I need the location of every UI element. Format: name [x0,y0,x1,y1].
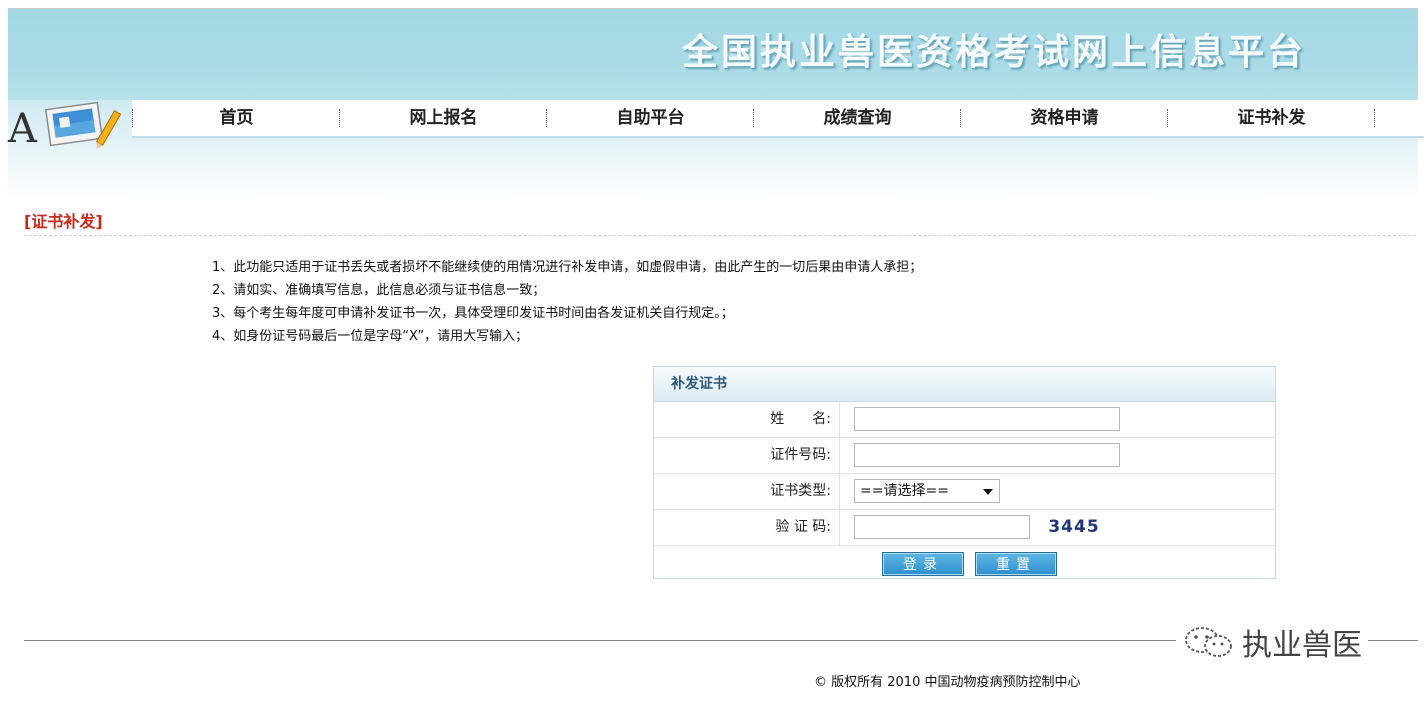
notice-item: 3、每个考生每年度可申请补发证书一次，具体受理印发证书时间由各发证机关自行规定。… [212,306,734,321]
header-banner: 全国执业兽医资格考试网上信息平台 全国执业兽医资格考试网上信息平台 [8,8,1418,101]
form-title: 补发证书 [654,367,1275,402]
captcha-label: 验 证 码: [654,510,840,545]
notice-item: 4、如身份证号码最后一位是字母“X”，请用大写输入； [212,329,529,344]
nav-item-qualification-application[interactable]: 资格申请 [962,100,1167,136]
captcha-image[interactable]: 3445 [1046,516,1102,538]
wechat-icon [1185,627,1232,657]
watermark: 执业兽医 [1176,620,1368,664]
site-title-reflection: 全国执业兽医资格考试网上信息平台 [682,47,1306,69]
nav-shadow-band [8,150,1418,198]
nav-item-certificate-reissue[interactable]: 证书补发 [1169,100,1374,136]
nav-separator [1374,109,1376,127]
id-number-row: 证件号码: [654,438,1275,474]
watermark-text: 执业兽医 [1242,628,1362,663]
section-heading: [证书补发] [24,212,103,231]
logo: A [8,100,132,152]
nav-item-home[interactable]: 首页 [134,100,339,136]
button-row: 登录 重置 [654,546,1275,581]
certificate-type-select[interactable]: ==请选择== [854,479,1000,503]
certificate-type-row: 证书类型: ==请选择== [654,474,1275,510]
notice-item: 2、请如实、准确填写信息，此信息必须与证书信息一致； [212,283,546,298]
login-button[interactable]: 登录 [882,552,964,576]
section-divider [24,235,1416,236]
id-number-label: 证件号码: [654,438,840,473]
reissue-form: 补发证书 姓 名: 证件号码: 证书类型: ==请选择== 验 证 码: 344… [653,366,1276,579]
nav-item-score-query[interactable]: 成绩查询 [755,100,960,136]
captcha-row: 验 证 码: 3445 [654,510,1275,546]
nav-item-online-registration[interactable]: 网上报名 [341,100,546,136]
nav-item-self-service[interactable]: 自助平台 [548,100,753,136]
chevron-down-icon [983,489,993,495]
copyright-text: © 版权所有 2010 中国动物疫病预防控制中心 [814,675,1081,690]
certificate-type-label: 证书类型: [654,474,840,509]
nav-menu: 首页 网上报名 自助平台 成绩查询 资格申请 证书补发 [132,100,1424,138]
nav-bar: A 首页 网上报名 自助平台 成绩查询 资格申请 证书补发 [8,100,1424,152]
picture-frame-icon [44,101,122,149]
name-input[interactable] [854,407,1120,431]
name-label: 姓 名: [654,402,840,437]
captcha-input[interactable] [854,515,1030,539]
notice-item: 1、此功能只适用于证书丢失或者损坏不能继续使的用情况进行补发申请，如虚假申请，由… [212,260,923,275]
certificate-type-selected: ==请选择== [860,483,949,499]
reset-button[interactable]: 重置 [975,552,1057,576]
id-number-input[interactable] [854,443,1120,467]
name-row: 姓 名: [654,402,1275,438]
notice-list: 1、此功能只适用于证书丢失或者损坏不能继续使的用情况进行补发申请，如虚假申请，由… [212,256,922,348]
